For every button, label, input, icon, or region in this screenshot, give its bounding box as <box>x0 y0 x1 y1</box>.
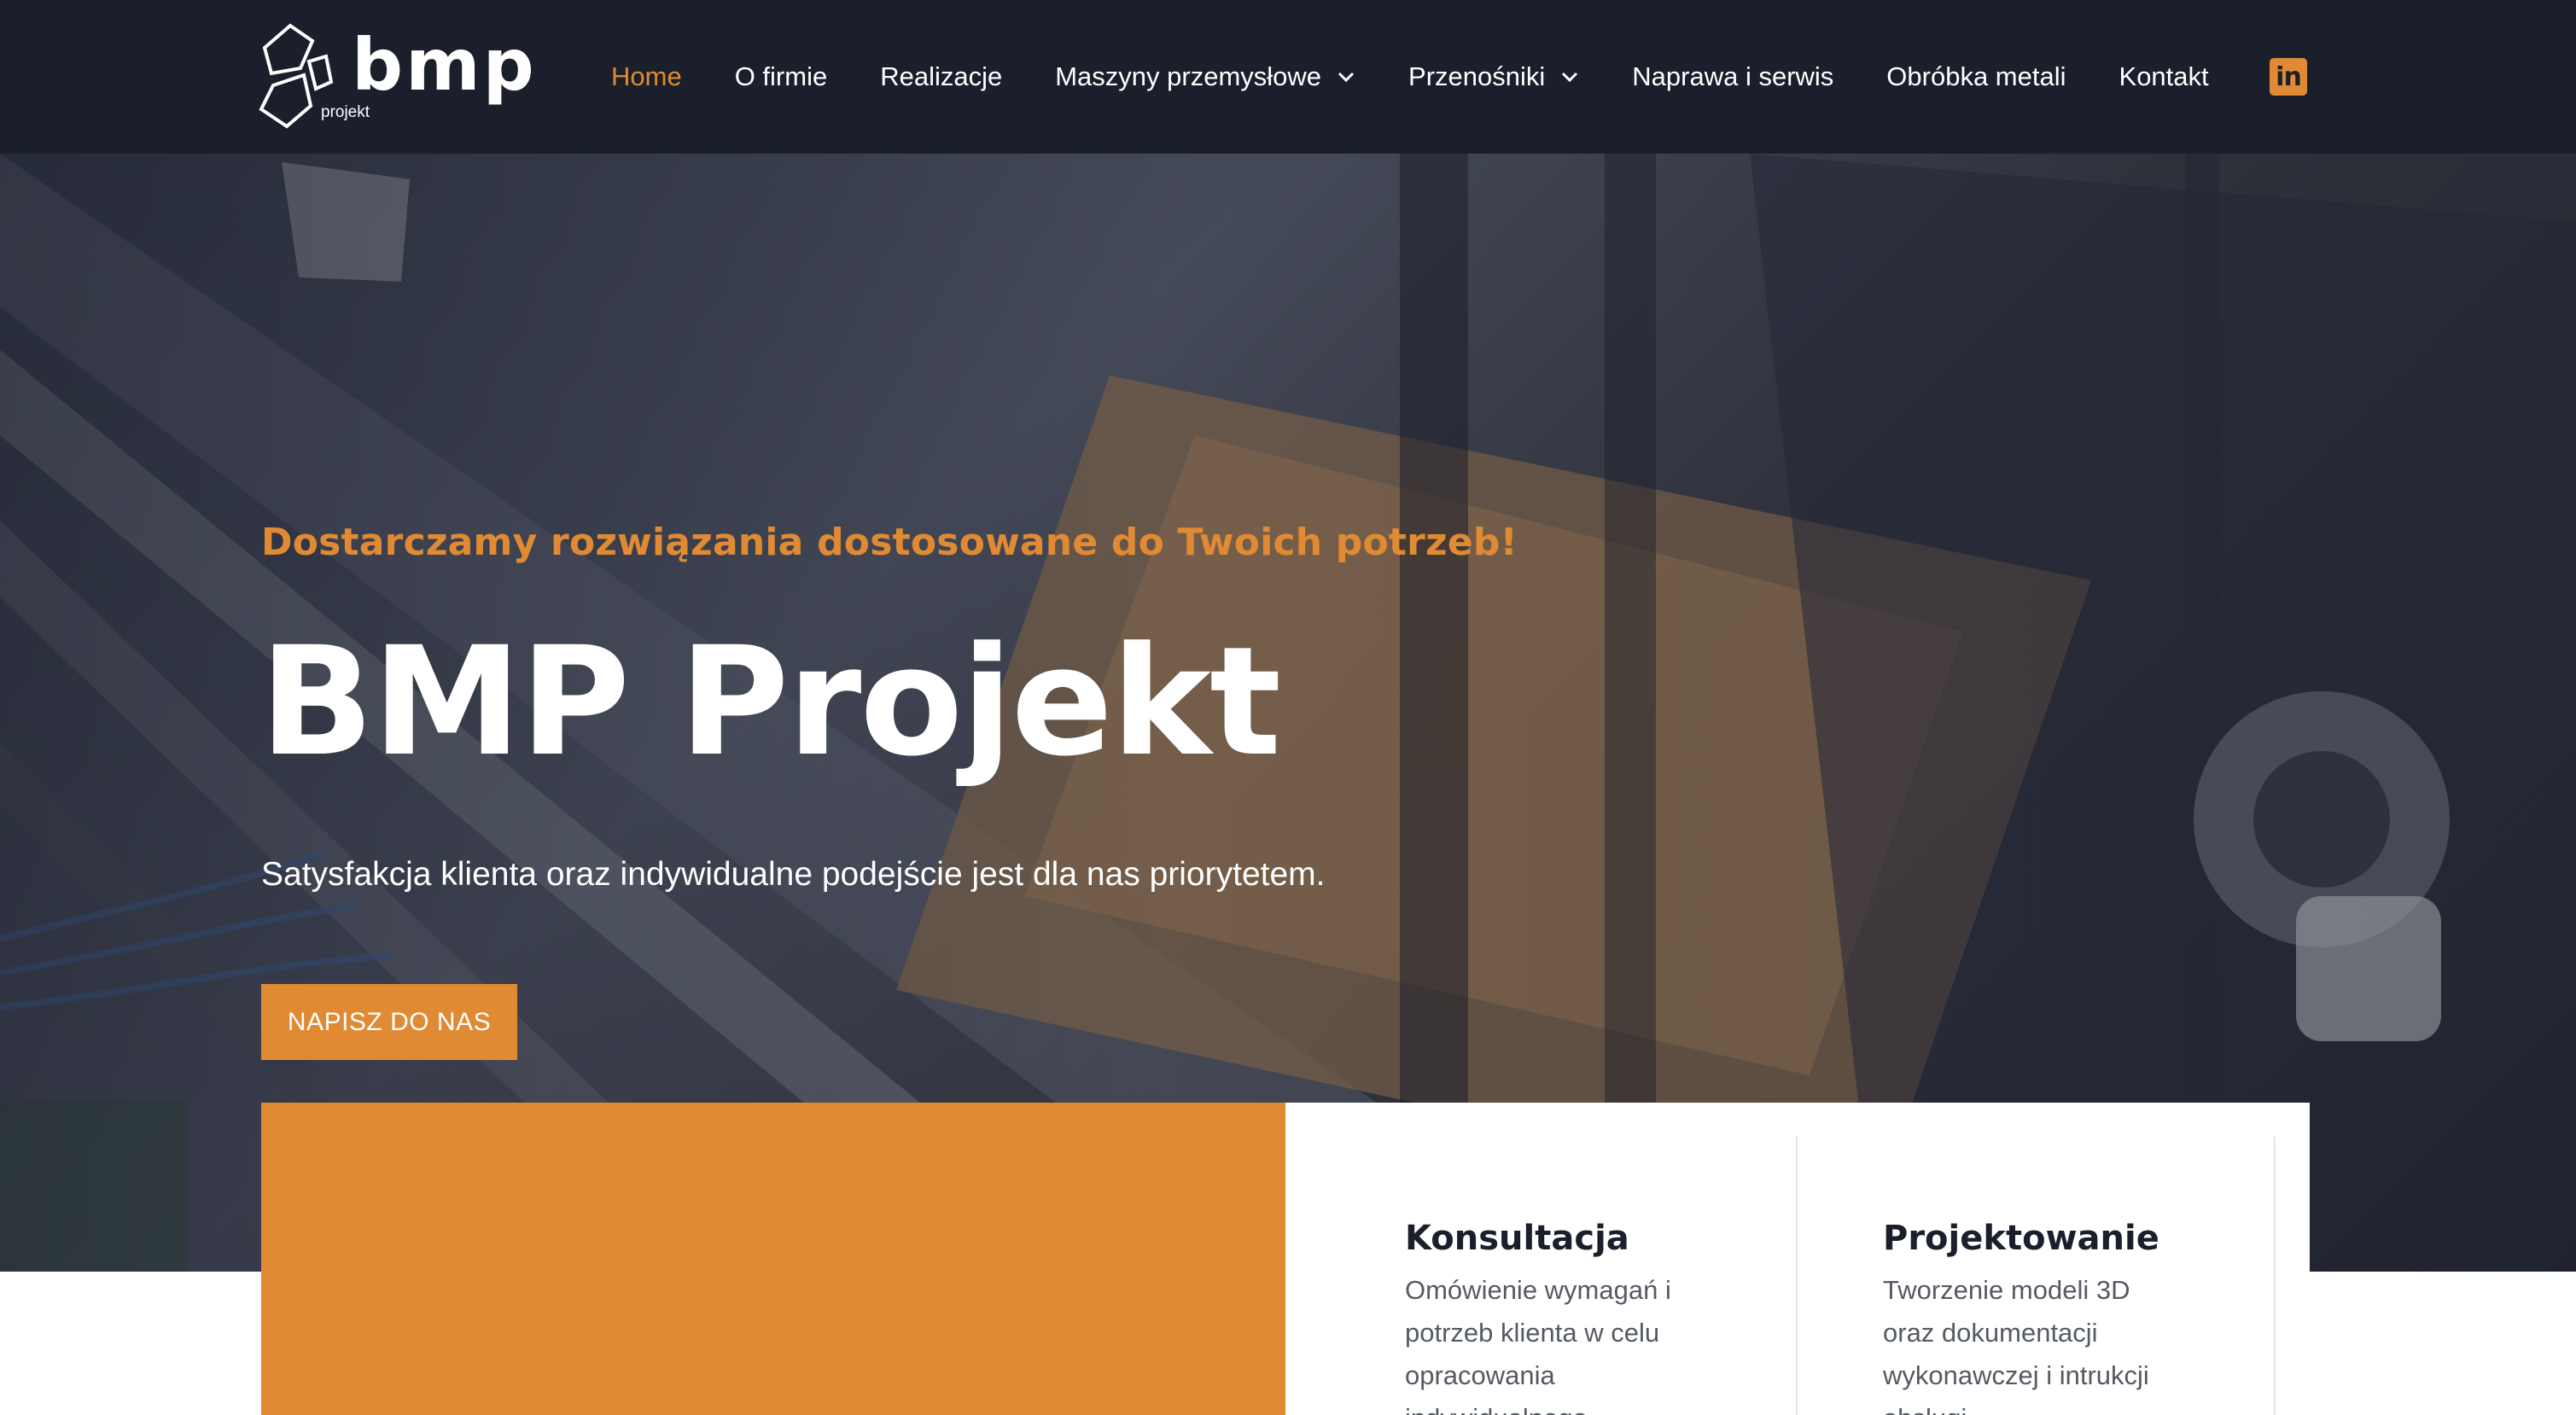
nav-o-firmie[interactable]: O firmie <box>735 0 828 154</box>
nav-przenosniki-label: Przenośniki <box>1408 61 1546 91</box>
nav-maszyny-label: Maszyny przemysłowe <box>1055 61 1322 91</box>
nav-obrobka-metali[interactable]: Obróbka metali <box>1886 0 2066 154</box>
card-text-line: obsługi <box>1883 1397 2190 1415</box>
linkedin-glyph: in <box>2276 62 2302 92</box>
card-title: Konsultacja <box>1405 1219 1629 1258</box>
nav-maszyny-przemyslowe[interactable]: Maszyny przemysłowe <box>1055 0 1355 154</box>
hero-title: BMP Projekt <box>259 614 1281 789</box>
card-text-line: oraz dokumentacji <box>1883 1318 2098 1348</box>
card-text-line: opracowania <box>1405 1360 1555 1390</box>
chevron-down-icon <box>1338 72 1355 83</box>
card-text-line: wykonawczej i intrukcji <box>1883 1360 2149 1390</box>
hero-tagline: Dostarczamy rozwiązania dostosowane do T… <box>261 521 1518 564</box>
hero-subtitle: Satysfakcja klienta oraz indywidualne po… <box>261 856 1326 893</box>
nav-realizacje-label: Realizacje <box>880 61 1003 91</box>
card-konsultacja: Konsultacja Omówienie wymagań i potrzeb … <box>1405 1220 1712 1415</box>
linkedin-icon[interactable]: in <box>2270 58 2307 96</box>
nav-o-firmie-label: O firmie <box>734 61 828 91</box>
card-text-line: indywidualnego <box>1405 1397 1712 1415</box>
nav-kontakt[interactable]: Kontakt <box>2119 0 2209 154</box>
nav-home-label: Home <box>611 61 682 91</box>
site-header: bmp projekt Home O firmie Realizacje Mas… <box>0 0 2576 154</box>
contact-us-button[interactable]: NAPISZ DO NAS <box>261 984 517 1060</box>
nav-realizacje[interactable]: Realizacje <box>880 0 1002 154</box>
nav-home[interactable]: Home <box>611 0 682 154</box>
logo-wordmark: bmp <box>352 23 537 107</box>
card-text-line: Omówienie wymagań i <box>1405 1275 1671 1305</box>
card-title: Projektowanie <box>1883 1219 2159 1258</box>
card-text-line: Tworzenie modeli 3D <box>1883 1275 2130 1305</box>
feature-cards-panel: Konsultacja Omówienie wymagań i potrzeb … <box>1285 1103 2310 1415</box>
nav-przenosniki[interactable]: Przenośniki <box>1408 0 1579 154</box>
nav-kontakt-label: Kontakt <box>2118 61 2209 91</box>
feature-accent-panel <box>261 1103 1285 1415</box>
card-description: Tworzenie modeli 3D oraz dokumentacji wy… <box>1883 1269 2190 1415</box>
chevron-down-icon <box>1562 72 1578 83</box>
nav-naprawa-i-serwis[interactable]: Naprawa i serwis <box>1632 0 1833 154</box>
card-divider <box>1796 1137 1798 1415</box>
card-divider <box>2274 1137 2276 1415</box>
nav-naprawa-label: Naprawa i serwis <box>1632 61 1834 91</box>
logo-subtitle: projekt <box>321 103 370 121</box>
card-text-line: potrzeb klienta w celu <box>1405 1318 1660 1348</box>
card-description: Omówienie wymagań i potrzeb klienta w ce… <box>1405 1269 1712 1415</box>
main-nav: Home O firmie Realizacje Maszyny przemys… <box>611 0 2209 154</box>
card-projektowanie: Projektowanie Tworzenie modeli 3D oraz d… <box>1883 1220 2190 1415</box>
nav-obrobka-label: Obróbka metali <box>1886 61 2066 91</box>
logo-link[interactable]: bmp projekt <box>256 22 534 130</box>
